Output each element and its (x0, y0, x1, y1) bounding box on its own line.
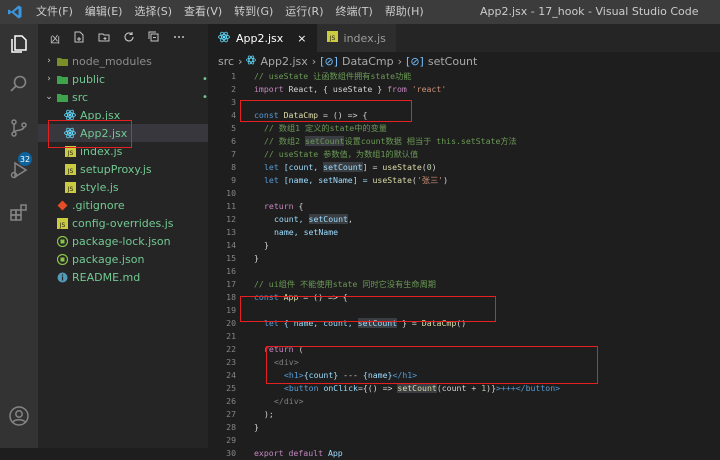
menu-view[interactable]: 查看(V) (178, 0, 228, 24)
explorer-icon[interactable] (7, 32, 31, 56)
code-line: 30 export default App (226, 448, 343, 458)
svg-text:JS: JS (66, 168, 73, 175)
javascript-icon: JS (326, 31, 338, 45)
explorer-toolbar-glyph: 凶 (50, 34, 60, 46)
new-file-icon[interactable] (73, 31, 85, 46)
title-bar: 文件(F) 编辑(E) 选择(S) 查看(V) 转到(G) 运行(R) 终端(T… (0, 0, 720, 24)
breadcrumb-datacmp[interactable]: DataCmp (342, 55, 394, 68)
chevron-right-icon: › (47, 56, 51, 66)
code-line: 7// useState 参数值，为数组1的默认值 (231, 149, 419, 159)
chevron-right-icon: › (311, 54, 317, 68)
menu-selection[interactable]: 选择(S) (128, 0, 178, 24)
npm-icon (56, 235, 68, 247)
run-debug-icon[interactable] (7, 158, 31, 182)
refresh-icon[interactable] (123, 31, 135, 46)
code-line: 5// 数组1 定义的state中的变量 (231, 123, 387, 133)
extensions-icon[interactable] (7, 200, 31, 224)
highlight-box-jsx (266, 346, 598, 384)
tree-item-node-modules[interactable]: › node_modules (38, 52, 214, 70)
editor-area: App2.jsx × JS index.js src › App2.jsx › … (208, 24, 720, 458)
tree-item-setupproxy-js[interactable]: JS setupProxy.js U (38, 160, 232, 178)
menu-run[interactable]: 运行(R) (279, 0, 329, 24)
svg-text:JS: JS (66, 186, 73, 193)
menu-bar: 文件(F) 编辑(E) 选择(S) 查看(V) 转到(G) 运行(R) 终端(T… (30, 0, 430, 24)
activity-bar: 32 (0, 24, 38, 448)
explorer-toolbar: 凶 (38, 24, 208, 52)
chevron-right-icon: › (47, 74, 51, 84)
chevron-down-icon: ⌄ (45, 92, 53, 102)
javascript-icon: JS (64, 163, 76, 175)
code-line: 17// ui组件 不能使用state 同时它没有生命周期 (226, 279, 436, 289)
tree-item-readme-md[interactable]: README.md U (38, 268, 224, 286)
explorer-panel: 凶 › node_modules › public • ⌄ src • App.… (38, 24, 232, 448)
code-line: 9 let [name, setName] = useState('张三') (231, 175, 449, 185)
javascript-icon: JS (64, 181, 76, 193)
code-line: 13 name, setName (226, 227, 339, 237)
symbol-variable-icon: [⊘] (406, 54, 424, 68)
tab-app2-jsx[interactable]: App2.jsx × (208, 24, 317, 52)
tree-item-package-lock-json[interactable]: package-lock.json U (38, 232, 224, 250)
account-icon[interactable] (7, 404, 31, 428)
npm-icon (56, 253, 68, 265)
svg-text:JS: JS (328, 35, 335, 42)
code-line: 27); (226, 409, 274, 419)
code-line: 16 (226, 266, 236, 276)
code-line: 29 (226, 435, 236, 445)
code-line: 11 return { (226, 201, 304, 211)
tab-bar: App2.jsx × JS index.js (208, 24, 720, 52)
highlight-box-destructure (240, 296, 496, 322)
code-line: 2 import React, { useState } from 'react' (231, 84, 447, 94)
highlight-box-datacmp (240, 100, 412, 122)
collapse-all-icon[interactable] (148, 31, 160, 46)
search-icon[interactable] (7, 72, 31, 96)
tree-item-public[interactable]: › public • (38, 70, 214, 88)
code-line: 28} (226, 422, 259, 432)
breadcrumb-file[interactable]: App2.jsx (260, 55, 307, 68)
svg-text:JS: JS (58, 222, 65, 229)
breadcrumb-src[interactable]: src (218, 55, 234, 68)
highlight-box-app2 (48, 120, 132, 148)
git-icon (56, 199, 68, 211)
breadcrumb: src › App2.jsx › [⊘] DataCmp › [⊘] setCo… (208, 52, 720, 70)
menu-terminal[interactable]: 终端(T) (330, 0, 379, 24)
more-actions-icon[interactable] (173, 31, 185, 46)
code-line: 26 </div> (226, 396, 304, 406)
tree-item-style-js[interactable]: JS style.js U (38, 178, 232, 196)
new-folder-icon[interactable] (98, 31, 110, 46)
folder-open-icon (56, 91, 68, 103)
breadcrumb-setcount[interactable]: setCount (428, 55, 477, 68)
tree-item-gitignore[interactable]: .gitignore U (38, 196, 224, 214)
folder-icon (56, 73, 68, 85)
menu-go[interactable]: 转到(G) (228, 0, 279, 24)
window-title: App2.jsx - 17_hook - Visual Studio Code (480, 5, 699, 18)
vscode-logo-icon (0, 0, 30, 24)
info-icon (56, 271, 68, 283)
tree-item-config-overrides-js[interactable]: JS config-overrides.js U (38, 214, 224, 232)
code-line: 12 count, setCount, (226, 214, 353, 224)
menu-file[interactable]: 文件(F) (30, 0, 79, 24)
code-line: 21 (226, 331, 236, 341)
chevron-right-icon: › (397, 54, 403, 68)
menu-edit[interactable]: 编辑(E) (79, 0, 129, 24)
tab-index-js[interactable]: JS index.js (316, 24, 396, 52)
javascript-icon: JS (56, 217, 68, 229)
svg-text:JS: JS (66, 150, 73, 157)
react-icon (246, 55, 257, 68)
code-line: 8 let [count, setCount] = useState(0) (231, 162, 437, 172)
code-line: 10 (226, 188, 236, 198)
react-icon (218, 31, 230, 46)
chevron-right-icon: › (238, 54, 243, 68)
close-icon[interactable]: × (297, 32, 306, 45)
code-line: 15} (226, 253, 259, 263)
folder-icon (56, 55, 68, 67)
symbol-variable-icon: [⊘] (320, 54, 338, 68)
menu-help[interactable]: 帮助(H) (379, 0, 430, 24)
code-line: 14} (226, 240, 269, 250)
code-line: 1// useState 让函数组件拥有state功能 (231, 71, 412, 81)
code-line: 6// 数组2 setCount设置count数据 相当于 this.setSt… (231, 136, 517, 146)
source-control-icon[interactable] (7, 116, 31, 140)
tree-item-package-json[interactable]: package.json U (38, 250, 224, 268)
tree-item-src[interactable]: ⌄ src • (38, 88, 214, 106)
